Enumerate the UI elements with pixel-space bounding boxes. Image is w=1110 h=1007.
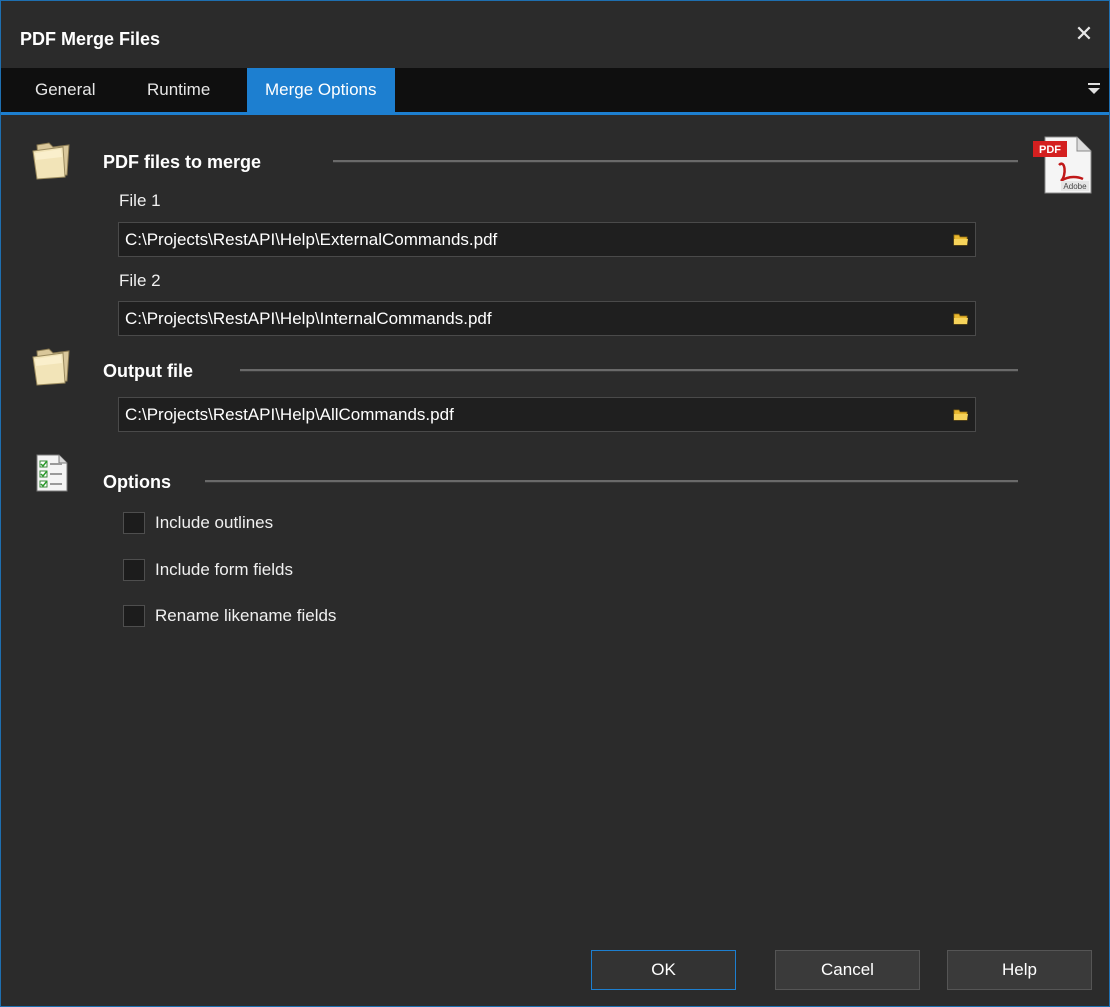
output-file-field[interactable] xyxy=(118,397,976,432)
pdf-brand-text: Adobe xyxy=(1063,182,1087,191)
browse-folder-icon[interactable] xyxy=(953,232,969,246)
section-divider xyxy=(205,480,1018,483)
browse-folder-icon[interactable] xyxy=(953,407,969,421)
section-title-pdf-files: PDF files to merge xyxy=(103,152,262,172)
folder-icon xyxy=(32,348,70,386)
window-title: PDF Merge Files xyxy=(20,29,161,49)
ok-button[interactable]: OK xyxy=(591,950,736,990)
dialog-window: PDF Merge Files ✕ General Runtime Merge … xyxy=(0,0,1110,1007)
checkbox-label: Include form fields xyxy=(155,560,293,579)
file1-label: File 1 xyxy=(119,191,161,210)
section-divider xyxy=(333,160,1018,163)
file1-field[interactable] xyxy=(118,222,976,257)
cancel-button[interactable]: Cancel xyxy=(775,950,920,990)
file2-input[interactable] xyxy=(125,302,935,335)
tab-menu-icon[interactable] xyxy=(1087,78,1101,98)
close-icon[interactable]: ✕ xyxy=(1071,21,1097,47)
folder-icon xyxy=(32,142,70,180)
pdf-badge-text: PDF xyxy=(1039,144,1061,156)
checkbox-box[interactable] xyxy=(123,512,145,534)
title-bar: PDF Merge Files ✕ xyxy=(1,1,1109,68)
checkbox-box[interactable] xyxy=(123,559,145,581)
help-button[interactable]: Help xyxy=(947,950,1092,990)
tab-general[interactable]: General xyxy=(17,68,113,112)
tab-runtime[interactable]: Runtime xyxy=(129,68,228,112)
output-file-input[interactable] xyxy=(125,398,935,431)
file2-label: File 2 xyxy=(119,271,161,290)
checkbox-box[interactable] xyxy=(123,605,145,627)
file2-field[interactable] xyxy=(118,301,976,336)
section-divider xyxy=(240,369,1018,372)
checkbox-label: Rename likename fields xyxy=(155,606,337,625)
section-title-output-file: Output file xyxy=(103,361,193,381)
checkbox-label: Include outlines xyxy=(155,513,274,532)
file1-input[interactable] xyxy=(125,223,935,256)
tab-merge-options[interactable]: Merge Options xyxy=(247,68,395,112)
pdf-document-icon: PDF Adobe xyxy=(1033,136,1092,194)
browse-folder-icon[interactable] xyxy=(953,311,969,325)
checklist-icon xyxy=(36,454,68,492)
section-title-options: Options xyxy=(103,472,171,492)
tab-bar: General Runtime Merge Options xyxy=(1,68,1109,115)
